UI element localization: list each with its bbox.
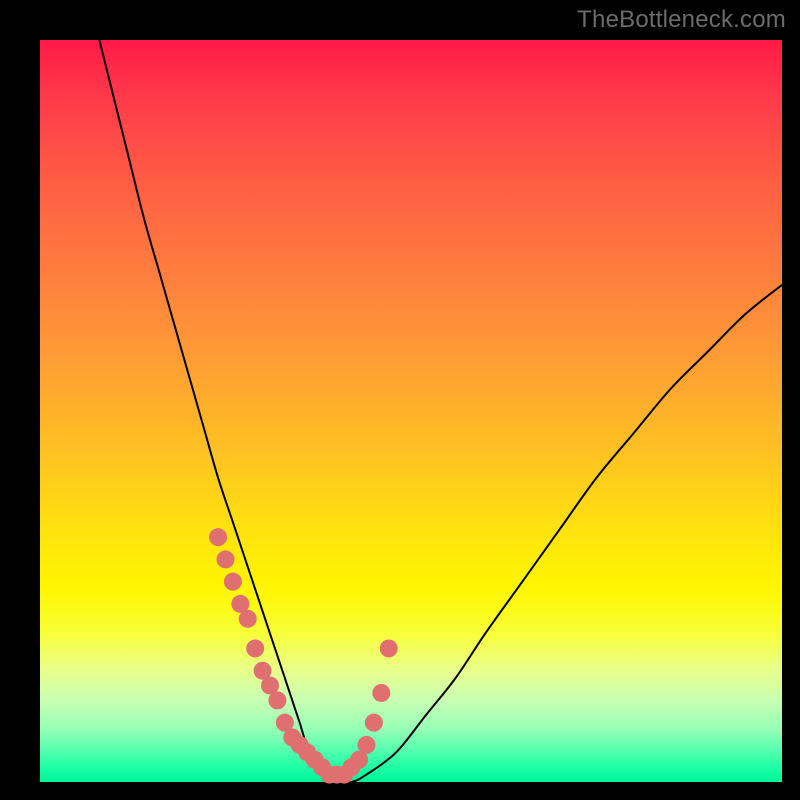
highlight-dot bbox=[268, 691, 286, 709]
highlight-dot bbox=[217, 550, 235, 568]
plot-area bbox=[40, 40, 782, 782]
highlight-dot bbox=[239, 610, 257, 628]
highlight-dot bbox=[372, 684, 390, 702]
highlight-dot bbox=[224, 573, 242, 591]
watermark-text: TheBottleneck.com bbox=[577, 6, 786, 34]
curve-layer bbox=[40, 40, 782, 782]
bottleneck-curve bbox=[99, 40, 782, 783]
highlight-dot bbox=[380, 639, 398, 657]
highlight-dot bbox=[365, 714, 383, 732]
highlight-dot bbox=[209, 528, 227, 546]
highlight-dot bbox=[357, 736, 375, 754]
highlight-dots bbox=[209, 528, 398, 783]
chart-frame: TheBottleneck.com bbox=[0, 0, 800, 800]
highlight-dot bbox=[246, 639, 264, 657]
bottleneck-curve-path bbox=[99, 40, 782, 783]
